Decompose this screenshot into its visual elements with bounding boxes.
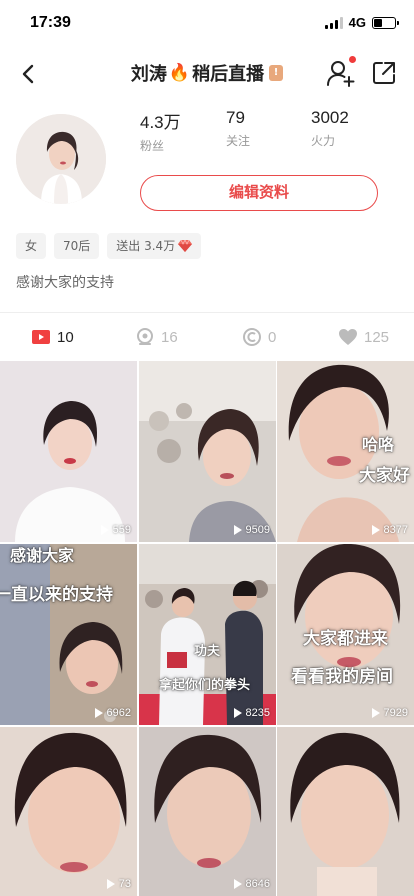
play-count: 6962 (94, 707, 131, 719)
play-icon (233, 879, 242, 889)
tab-count: 0 (268, 328, 277, 346)
video-caption: 感谢大家 (10, 546, 75, 565)
stat-label: 关注 (226, 134, 251, 148)
play-count-value: 7929 (383, 707, 408, 719)
nav-bar: 刘涛 🔥 稍后直播 ! (0, 48, 414, 100)
tag-age: 70后 (54, 233, 100, 259)
tag-gifts[interactable]: 送出 3.4万 (107, 233, 202, 259)
status-time: 17:39 (30, 14, 71, 31)
notification-dot (349, 56, 356, 63)
video-thumbnail[interactable]: 功夫 拿起你们的拳头 8235 (139, 544, 276, 725)
battery-icon (372, 16, 399, 29)
tag-label: 女 (25, 239, 38, 253)
heart-icon (339, 329, 357, 345)
video-caption: 大家好 (359, 466, 410, 486)
video-caption: 看看我的房间 (291, 667, 393, 687)
status-bar: 17:39 4G (0, 0, 414, 48)
play-icon (94, 708, 103, 718)
tab-likes[interactable]: 125 (338, 327, 389, 347)
live-status: 稍后直播 (192, 64, 265, 85)
diamond-icon (178, 240, 193, 252)
tag-gender: 女 (16, 233, 47, 259)
username: 刘涛 (130, 64, 167, 85)
content-tabs: 10 16 0 125 (0, 313, 414, 361)
video-grid: 559 9509 哈咯 大家好 8377 感谢大家 一直以来的支持 6962 功… (0, 361, 414, 896)
play-count-value: 8646 (245, 878, 270, 890)
stat-heat[interactable]: 3002 火力 (311, 108, 349, 149)
video-thumbnail[interactable]: 559 (0, 361, 137, 542)
play-count: 8646 (233, 878, 270, 890)
video-caption: 拿起你们的拳头 (159, 678, 251, 693)
thumbnail-image (277, 727, 414, 896)
video-icon (32, 330, 50, 344)
avatar[interactable] (16, 114, 106, 204)
fire-icon: 🔥 (168, 63, 191, 83)
play-count: 7929 (371, 707, 408, 719)
video-caption: 大家都进来 (303, 629, 388, 649)
tab-count: 10 (57, 328, 74, 346)
play-icon (106, 879, 115, 889)
thumbnail-image (139, 544, 276, 725)
thumbnail-image (0, 544, 137, 725)
edit-profile-button[interactable]: 编辑资料 (140, 175, 378, 211)
level-badge-icon: ! (269, 65, 284, 81)
play-count: 559 (100, 524, 131, 536)
video-thumbnail[interactable]: 8646 (139, 727, 276, 896)
play-count: 8377 (371, 524, 408, 536)
signal-icon (324, 16, 343, 29)
play-icon (100, 525, 109, 535)
music-icon (243, 328, 261, 346)
thumbnail-image (139, 361, 276, 542)
thumbnail-image (0, 727, 137, 896)
play-icon (233, 708, 242, 718)
stat-label: 火力 (311, 134, 336, 148)
play-count: 8235 (233, 707, 270, 719)
stat-value: 3002 (311, 108, 349, 127)
play-count-value: 6962 (106, 707, 131, 719)
tag-label: 送出 3.4万 (116, 239, 176, 253)
play-count-value: 8235 (245, 707, 270, 719)
play-icon (371, 708, 380, 718)
thumbnail-image (0, 361, 137, 542)
add-friend-button[interactable] (326, 56, 356, 88)
stat-fans[interactable]: 4.3万 粉丝 (140, 108, 181, 154)
stat-value: 79 (226, 108, 245, 127)
play-count-value: 73 (118, 878, 131, 890)
video-thumbnail[interactable]: 9509 (139, 361, 276, 542)
video-thumbnail[interactable]: 感谢大家 一直以来的支持 6962 (0, 544, 137, 725)
video-caption: 一直以来的支持 (0, 585, 113, 605)
video-caption: 哈咯 (361, 435, 394, 454)
thumbnail-image (139, 727, 276, 896)
video-thumbnail[interactable]: 大家都进来 看看我的房间 7929 (277, 544, 414, 725)
tab-count: 125 (364, 328, 390, 346)
share-icon (373, 62, 395, 84)
play-count-value: 559 (112, 524, 131, 536)
location-icon (137, 328, 153, 345)
profile-tags: 女 70后 送出 3.4万 (16, 233, 202, 259)
tab-location[interactable]: 16 (135, 327, 178, 347)
network-type: 4G (348, 15, 366, 30)
tag-label: 70后 (63, 239, 91, 253)
play-icon (233, 525, 242, 535)
profile-stats: 4.3万 粉丝 79 关注 3002 火力 (140, 108, 400, 154)
play-count: 73 (106, 878, 131, 890)
play-count-value: 9509 (245, 524, 270, 536)
stat-following[interactable]: 79 关注 (226, 108, 250, 149)
play-icon (371, 525, 380, 535)
tab-music[interactable]: 0 (242, 327, 276, 347)
status-indicators: 4G (324, 15, 399, 30)
tab-count: 16 (161, 328, 178, 346)
tab-videos[interactable]: 10 (31, 327, 74, 347)
video-thumbnail[interactable]: 73 (0, 727, 137, 896)
stat-value: 4.3万 (140, 113, 181, 132)
profile-bio: 感谢大家的支持 (16, 275, 114, 291)
stat-label: 粉丝 (140, 139, 165, 153)
video-thumbnail[interactable]: 哈咯 大家好 8377 (277, 361, 414, 542)
play-count: 9509 (233, 524, 270, 536)
play-count-value: 8377 (383, 524, 408, 536)
video-caption: 功夫 (194, 644, 221, 659)
share-button[interactable] (370, 59, 398, 87)
avatar-photo (16, 114, 106, 204)
video-thumbnail[interactable] (277, 727, 414, 896)
